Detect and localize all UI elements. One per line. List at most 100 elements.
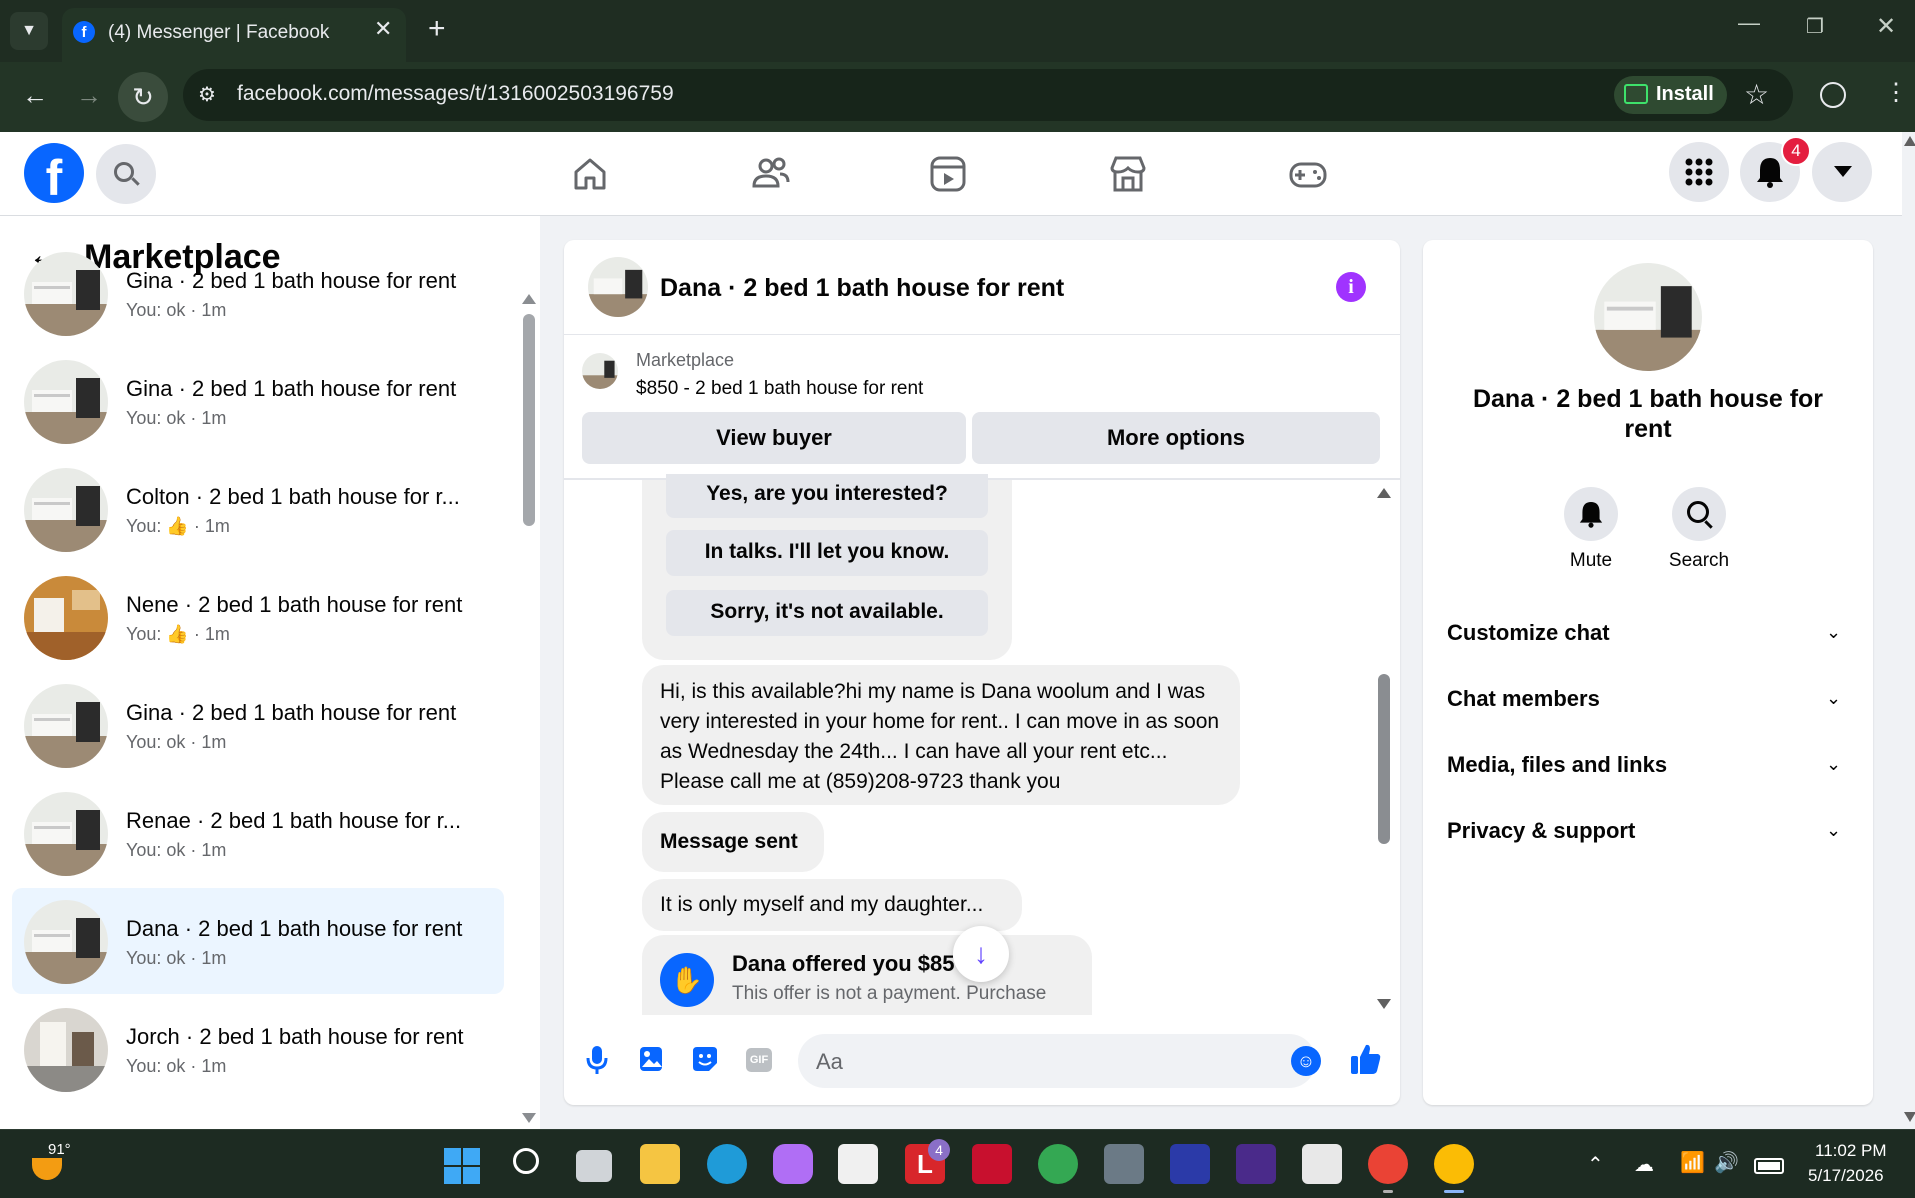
conversation-list-panel: ← Marketplace Gina · 2 bed 1 bath house …	[0, 216, 540, 1129]
quick-reply-button[interactable]: Sorry, it's not available.	[666, 590, 988, 636]
copilot-icon[interactable]	[773, 1144, 813, 1184]
microsoft-store-icon[interactable]	[838, 1144, 878, 1184]
install-label: Install	[1656, 83, 1714, 105]
customize-chat-section[interactable]: Customize chat	[1447, 620, 1610, 646]
video-icon[interactable]	[926, 152, 970, 196]
sidebar-scrollbar-thumb[interactable]	[523, 314, 535, 526]
page-scroll-up-arrow[interactable]	[1904, 136, 1915, 146]
windows-taskbar	[0, 1129, 1915, 1198]
scroll-to-bottom-button[interactable]: ↓	[953, 926, 1009, 982]
volume-icon[interactable]: 🔊	[1714, 1150, 1739, 1175]
offer-card[interactable]: ✋ Dana offered you $85 This offer is not…	[642, 935, 1092, 1015]
site-info-icon[interactable]: ⚙	[198, 82, 216, 107]
gif-icon[interactable]: GIF	[746, 1048, 772, 1072]
conversation-item-active[interactable]: Dana · 2 bed 1 bath house for rent You: …	[12, 888, 504, 994]
close-window-icon[interactable]: ✕	[1876, 12, 1896, 41]
show-hidden-icons[interactable]: ⌃	[1587, 1152, 1604, 1177]
close-tab-icon[interactable]: ✕	[374, 16, 392, 42]
details-avatar[interactable]	[1594, 263, 1702, 371]
sticker-icon[interactable]	[691, 1045, 719, 1073]
chevron-down-icon[interactable]: ⌄	[1826, 754, 1841, 775]
message-bubble: It is only myself and my daughter...	[642, 879, 1022, 931]
clock-time[interactable]: 11:02 PM	[1815, 1141, 1887, 1161]
camera-icon[interactable]	[1104, 1144, 1144, 1184]
gaming-icon[interactable]	[1286, 152, 1330, 196]
chrome-profile-icon[interactable]	[1434, 1144, 1474, 1184]
more-options-button[interactable]: More options	[972, 412, 1380, 464]
page-scroll-down-arrow[interactable]	[1904, 1112, 1915, 1122]
reload-button[interactable]: ↻	[118, 72, 168, 122]
install-icon	[1624, 84, 1648, 104]
conversation-name: Dana · 2 bed 1 bath house for rent	[126, 916, 463, 941]
friends-icon[interactable]	[748, 152, 792, 196]
conversation-item[interactable]: Jorch · 2 bed 1 bath house for rent You:…	[12, 996, 504, 1102]
chevron-down-icon[interactable]: ⌄	[1826, 622, 1841, 643]
chevron-down-icon[interactable]: ⌄	[1826, 688, 1841, 709]
preview-prefix: You:	[126, 516, 162, 536]
snipping-tool-icon[interactable]	[1302, 1144, 1342, 1184]
minimize-icon[interactable]: —	[1738, 10, 1760, 36]
caret-down-icon	[1834, 166, 1852, 177]
quick-reply-button[interactable]: In talks. I'll let you know.	[666, 530, 988, 576]
bookmark-star-icon[interactable]: ☆	[1744, 78, 1769, 111]
conversation-item[interactable]: Gina · 2 bed 1 bath house for rent You: …	[12, 348, 504, 454]
message-input[interactable]	[798, 1034, 1316, 1088]
emoji-icon[interactable]: ☺	[1291, 1046, 1321, 1076]
task-view-icon[interactable]	[576, 1150, 612, 1182]
facebook-favicon-icon: f	[73, 21, 95, 43]
windows-start-icon[interactable]	[444, 1148, 480, 1184]
chrome-icon[interactable]	[1038, 1144, 1078, 1184]
chat-scrollbar-thumb[interactable]	[1378, 674, 1390, 844]
chrome-active-indicator	[1444, 1190, 1464, 1193]
edge-browser-icon[interactable]	[707, 1144, 747, 1184]
avatar	[24, 360, 108, 444]
conversation-item[interactable]: Colton · 2 bed 1 bath house for r... You…	[12, 456, 504, 562]
battery-level	[1758, 1162, 1780, 1170]
profile-icon[interactable]	[1820, 82, 1846, 108]
conversation-preview: You: ok · 1m	[126, 1056, 227, 1076]
sidebar-scrollbar-up[interactable]	[522, 294, 536, 304]
bubble-game-icon[interactable]	[1236, 1144, 1276, 1184]
chat-scrollbar-up[interactable]	[1377, 488, 1391, 498]
file-explorer-icon[interactable]	[640, 1144, 680, 1184]
forward-arrow-icon[interactable]: →	[76, 80, 102, 111]
battery-icon[interactable]	[1754, 1158, 1784, 1174]
tetris-game-icon[interactable]	[1170, 1144, 1210, 1184]
browser-menu-icon[interactable]: ⋮	[1884, 78, 1908, 107]
conversation-preview: You: ok · 1m	[126, 408, 227, 428]
conversation-item[interactable]: Renae · 2 bed 1 bath house for r... You:…	[12, 780, 504, 886]
wifi-icon[interactable]: 📶	[1680, 1150, 1705, 1175]
new-tab-icon[interactable]: +	[428, 12, 446, 46]
chevron-down-icon[interactable]: ⌄	[1826, 820, 1841, 841]
photo-icon[interactable]	[638, 1045, 664, 1073]
restore-icon[interactable]: ❐	[1806, 14, 1824, 39]
chat-avatar[interactable]	[588, 257, 648, 317]
back-arrow-icon[interactable]: ←	[22, 80, 48, 111]
conversation-item[interactable]: Gina · 2 bed 1 bath house for rent You: …	[12, 240, 504, 346]
chat-members-section[interactable]: Chat members	[1447, 686, 1600, 712]
conversation-item[interactable]: Gina · 2 bed 1 bath house for rent You: …	[12, 672, 504, 778]
tab-search-button[interactable]: ▼	[10, 12, 48, 50]
start-tile	[463, 1148, 480, 1165]
media-files-links-section[interactable]: Media, files and links	[1447, 752, 1667, 778]
like-icon[interactable]	[1350, 1042, 1382, 1076]
facebook-logo[interactable]: f	[24, 143, 84, 203]
marketplace-icon[interactable]	[1106, 152, 1150, 196]
chrome-profile-icon[interactable]	[1368, 1144, 1408, 1184]
thumbs-up-icon: 👍	[166, 516, 189, 536]
taskbar-search-icon[interactable]	[513, 1148, 539, 1174]
privacy-support-section[interactable]: Privacy & support	[1447, 818, 1635, 844]
conversation-item[interactable]: Nene · 2 bed 1 bath house for rent You: …	[12, 564, 504, 670]
info-icon[interactable]: i	[1336, 272, 1366, 302]
quick-reply-button[interactable]: Yes, are you interested?	[666, 474, 988, 518]
onedrive-icon[interactable]: ☁	[1634, 1152, 1654, 1177]
sidebar-scrollbar-down[interactable]	[522, 1113, 536, 1123]
chat-scrollbar-down[interactable]	[1377, 999, 1391, 1009]
mcafee-icon[interactable]	[972, 1144, 1012, 1184]
view-buyer-button[interactable]: View buyer	[582, 412, 966, 464]
home-icon[interactable]	[568, 152, 612, 196]
microphone-icon[interactable]	[584, 1044, 610, 1076]
chat-title[interactable]: Dana · 2 bed 1 bath house for rent	[660, 274, 1064, 303]
clock-date[interactable]: 5/17/2026	[1808, 1166, 1884, 1186]
conversation-name: Nene · 2 bed 1 bath house for rent	[126, 592, 463, 617]
